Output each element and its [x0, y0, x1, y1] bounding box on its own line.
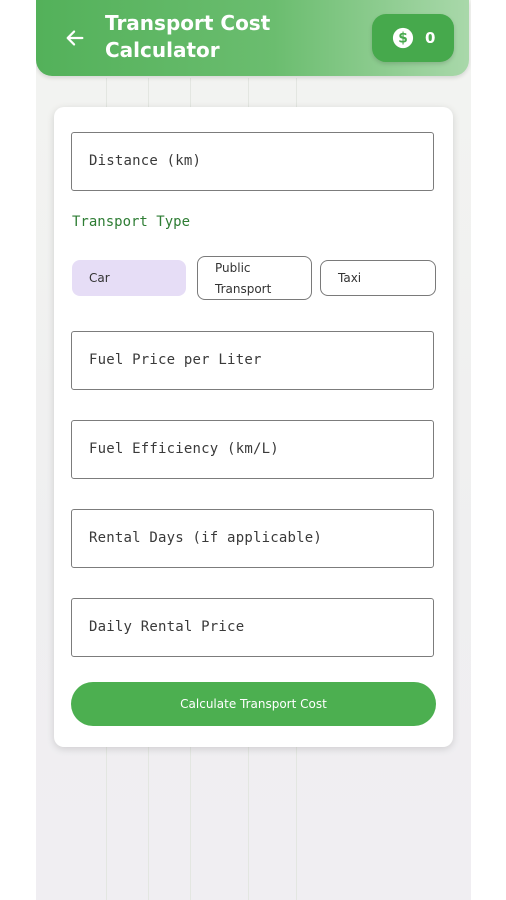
coin-balance-badge[interactable]: $ 0: [372, 14, 454, 62]
transport-option-label: Car: [89, 271, 110, 285]
calculator-form-card: Distance (km) Transport Type Car Public …: [54, 107, 453, 747]
svg-text:$: $: [398, 31, 408, 47]
transport-option-taxi[interactable]: Taxi: [320, 260, 436, 296]
fuel-efficiency-input[interactable]: Fuel Efficiency (km/L): [71, 420, 434, 479]
transport-option-label-line1: Public: [215, 261, 251, 275]
fuel-efficiency-placeholder: Fuel Efficiency (km/L): [89, 441, 279, 457]
transport-option-label-line2: Transport: [215, 282, 272, 296]
distance-placeholder: Distance (km): [89, 153, 202, 169]
transport-type-label: Transport Type: [72, 214, 191, 230]
app-header: Transport Cost Calculator $ 0: [36, 0, 469, 76]
coin-count: 0: [425, 29, 436, 47]
transport-option-car[interactable]: Car: [72, 260, 186, 296]
transport-option-public-transport[interactable]: Public Transport: [197, 256, 312, 300]
distance-input[interactable]: Distance (km): [71, 132, 434, 191]
daily-rental-price-placeholder: Daily Rental Price: [89, 619, 245, 635]
daily-rental-price-input[interactable]: Daily Rental Price: [71, 598, 434, 657]
calculate-transport-cost-button[interactable]: Calculate Transport Cost: [71, 682, 436, 726]
page-title-line2: Calculator: [105, 38, 220, 62]
arrow-left-icon: [66, 30, 84, 46]
rental-days-input[interactable]: Rental Days (if applicable): [71, 509, 434, 568]
page-title: Transport Cost Calculator: [105, 10, 305, 64]
rental-days-placeholder: Rental Days (if applicable): [89, 530, 322, 546]
app-screen: Transport Cost Calculator $ 0 Distance (…: [36, 0, 471, 900]
fuel-price-placeholder: Fuel Price per Liter: [89, 352, 262, 368]
page-title-line1: Transport Cost: [105, 11, 271, 35]
dollar-coin-icon: $: [392, 27, 414, 49]
transport-option-label: Taxi: [338, 271, 362, 285]
back-button[interactable]: [62, 25, 88, 51]
fuel-price-input[interactable]: Fuel Price per Liter: [71, 331, 434, 390]
